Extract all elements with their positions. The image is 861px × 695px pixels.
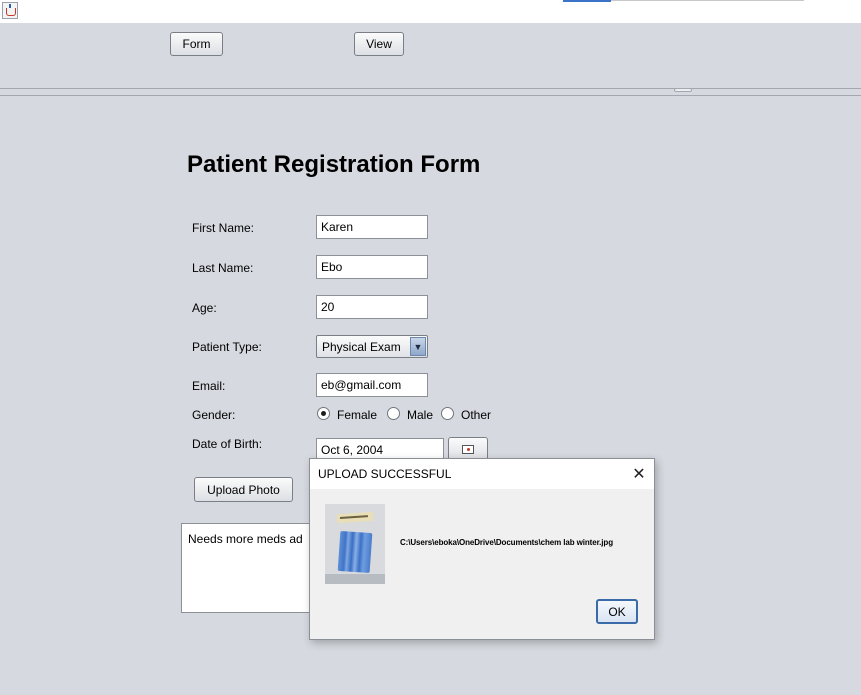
view-button[interactable]: View xyxy=(354,32,404,56)
gender-option-female-label[interactable]: Female xyxy=(337,408,377,422)
gender-option-male-label[interactable]: Male xyxy=(407,408,433,422)
patient-type-select[interactable]: Physical Exam ▼ xyxy=(316,335,428,358)
date-of-birth-label: Date of Birth: xyxy=(192,437,263,451)
chevron-down-icon[interactable]: ▼ xyxy=(410,337,426,356)
gender-radio-male[interactable] xyxy=(387,407,400,420)
upload-photo-button[interactable]: Upload Photo xyxy=(194,477,293,502)
last-name-field[interactable]: Ebo xyxy=(316,255,428,279)
last-name-label: Last Name: xyxy=(192,261,254,275)
email-label: Email: xyxy=(192,379,226,393)
gender-label: Gender: xyxy=(192,408,236,422)
thumbnail-base xyxy=(325,574,385,584)
title-accent-bar xyxy=(563,0,611,2)
gender-radio-other[interactable] xyxy=(441,407,454,420)
email-field[interactable]: eb@gmail.com xyxy=(316,373,428,397)
dialog-title-bar[interactable]: UPLOAD SUCCESSFUL ✕ xyxy=(310,459,654,489)
title-bar xyxy=(0,0,861,23)
thumbnail-gel xyxy=(337,530,373,574)
age-label: Age: xyxy=(192,301,217,315)
age-field[interactable]: 20 xyxy=(316,295,428,319)
thumbnail-label-strip xyxy=(336,511,374,524)
dialog-title: UPLOAD SUCCESSFUL xyxy=(318,467,452,481)
ok-button[interactable]: OK xyxy=(596,599,638,624)
title-divider xyxy=(611,0,804,1)
first-name-field[interactable]: Karen xyxy=(316,215,428,239)
split-pane-divider[interactable] xyxy=(0,88,861,96)
patient-type-value: Physical Exam xyxy=(322,340,401,354)
gender-option-other-label[interactable]: Other xyxy=(461,408,491,422)
split-pane-grip[interactable] xyxy=(674,88,692,92)
patient-type-label: Patient Type: xyxy=(192,340,262,354)
close-icon[interactable]: ✕ xyxy=(628,465,650,483)
first-name-label: First Name: xyxy=(192,221,255,235)
gender-radio-female[interactable] xyxy=(317,407,330,420)
calendar-icon xyxy=(462,444,474,454)
notes-textarea[interactable]: Needs more meds ad xyxy=(181,523,321,613)
java-cup-icon[interactable] xyxy=(2,2,18,19)
form-button[interactable]: Form xyxy=(170,32,223,56)
upload-dialog: UPLOAD SUCCESSFUL ✕ C:\Users\eboka\OneDr… xyxy=(309,458,655,640)
uploaded-file-path: C:\Users\eboka\OneDrive\Documents\chem l… xyxy=(400,538,613,547)
page-title: Patient Registration Form xyxy=(187,151,481,178)
uploaded-photo-thumbnail xyxy=(325,504,385,584)
